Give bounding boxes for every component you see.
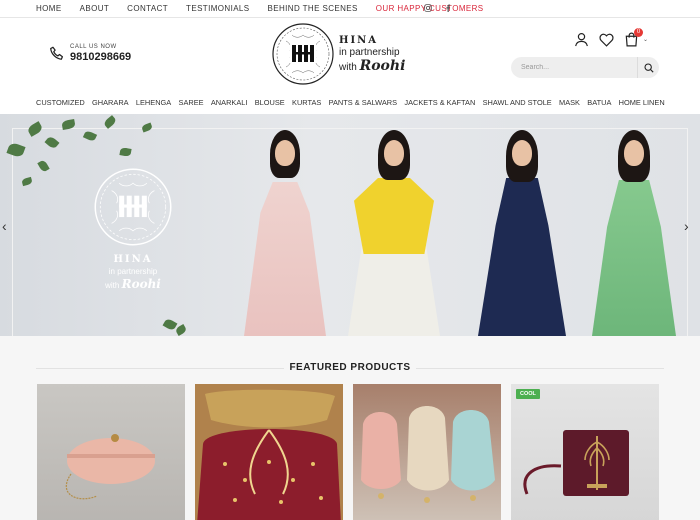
chevron-down-icon[interactable]: ⌄ xyxy=(643,36,648,43)
logo-word-hina: HINA xyxy=(339,34,379,46)
category-gharara[interactable]: GHARARA xyxy=(92,98,129,107)
category-customized[interactable]: CUSTOMIZED xyxy=(36,98,85,107)
category-lehenga[interactable]: LEHENGA xyxy=(136,98,171,107)
call-us[interactable]: CALL US NOW 9810298669 xyxy=(48,44,131,63)
search-bar xyxy=(511,57,659,78)
product-badge-cool: COOL xyxy=(516,389,540,399)
hero-logo-emblem xyxy=(94,168,172,246)
hero-banner[interactable]: HINA in partnership with Roohi ‹ › xyxy=(0,114,700,336)
category-anarkali[interactable]: ANARKALI xyxy=(211,98,248,107)
product-card[interactable]: COOL xyxy=(511,384,659,520)
top-nav-testimonials[interactable]: TESTIMONIALS xyxy=(186,4,249,13)
hero-prev-arrow-icon[interactable]: ‹ xyxy=(2,218,7,234)
phone-icon xyxy=(50,46,64,60)
category-home-linen[interactable]: HOME LINEN xyxy=(619,98,665,107)
logo-word-with-roohi: with Roohi xyxy=(339,57,406,74)
top-nav-home[interactable]: HOME xyxy=(36,4,62,13)
account-icon[interactable] xyxy=(574,32,589,47)
category-shawl-stole[interactable]: SHAWL AND STOLE xyxy=(483,98,552,107)
product-image-pastel-potlis xyxy=(361,406,495,503)
product-image-maroon-potli xyxy=(197,389,341,520)
site-logo[interactable]: HINA in partnership with Roohi xyxy=(272,23,405,85)
category-saree[interactable]: SAREE xyxy=(179,98,204,107)
instagram-icon[interactable] xyxy=(424,4,432,14)
divider xyxy=(416,368,664,369)
search-icon xyxy=(643,62,654,73)
logo-word-partnership: in partnership xyxy=(339,46,400,58)
logo-emblem xyxy=(272,23,334,85)
call-label: CALL US NOW xyxy=(70,44,117,50)
social-links xyxy=(424,4,452,14)
product-image-pink-clutch xyxy=(65,434,155,500)
product-card[interactable] xyxy=(37,384,185,520)
site-header: CALL US NOW 9810298669 HINA in partnersh… xyxy=(0,18,700,90)
category-nav: CUSTOMIZED GHARARA LEHENGA SAREE ANARKAL… xyxy=(0,90,700,114)
top-bar: HOME ABOUT CONTACT TESTIMONIALS BEHIND T… xyxy=(0,0,700,18)
category-kurtas[interactable]: KURTAS xyxy=(292,98,321,107)
hero-word-with-roohi: with Roohi xyxy=(105,277,161,291)
cart-button[interactable]: 0 xyxy=(624,28,643,47)
product-card[interactable] xyxy=(195,384,343,520)
category-batua[interactable]: BATUA xyxy=(587,98,611,107)
product-card[interactable] xyxy=(353,384,501,520)
hero-next-arrow-icon[interactable]: › xyxy=(684,218,689,234)
top-nav-about[interactable]: ABOUT xyxy=(80,4,110,13)
top-nav-behind-the-scenes[interactable]: BEHIND THE SCENES xyxy=(268,4,358,13)
hero-word-partnership: in partnership xyxy=(108,267,158,276)
header-icons: 0 ⌄ xyxy=(574,28,648,47)
hero-word-hina: HINA xyxy=(113,254,153,265)
category-blouse[interactable]: BLOUSE xyxy=(255,98,285,107)
facebook-icon[interactable] xyxy=(444,4,452,14)
cart-count-badge: 0 xyxy=(634,28,643,37)
category-jackets-kaftan[interactable]: JACKETS & KAFTAN xyxy=(404,98,475,107)
search-button[interactable] xyxy=(637,57,659,78)
top-nav-contact[interactable]: CONTACT xyxy=(127,4,168,13)
product-image-sling-bag xyxy=(523,430,629,496)
category-pants-salwars[interactable]: PANTS & SALWARS xyxy=(329,98,397,107)
wishlist-heart-icon[interactable] xyxy=(599,33,614,47)
category-mask[interactable]: MASK xyxy=(559,98,580,107)
featured-products-section: FEATURED PRODUCTS COOL xyxy=(0,336,700,520)
search-input[interactable] xyxy=(521,60,631,75)
hero-logo-text: HINA in partnership with Roohi xyxy=(98,254,168,291)
phone-number[interactable]: 9810298669 xyxy=(70,51,131,63)
